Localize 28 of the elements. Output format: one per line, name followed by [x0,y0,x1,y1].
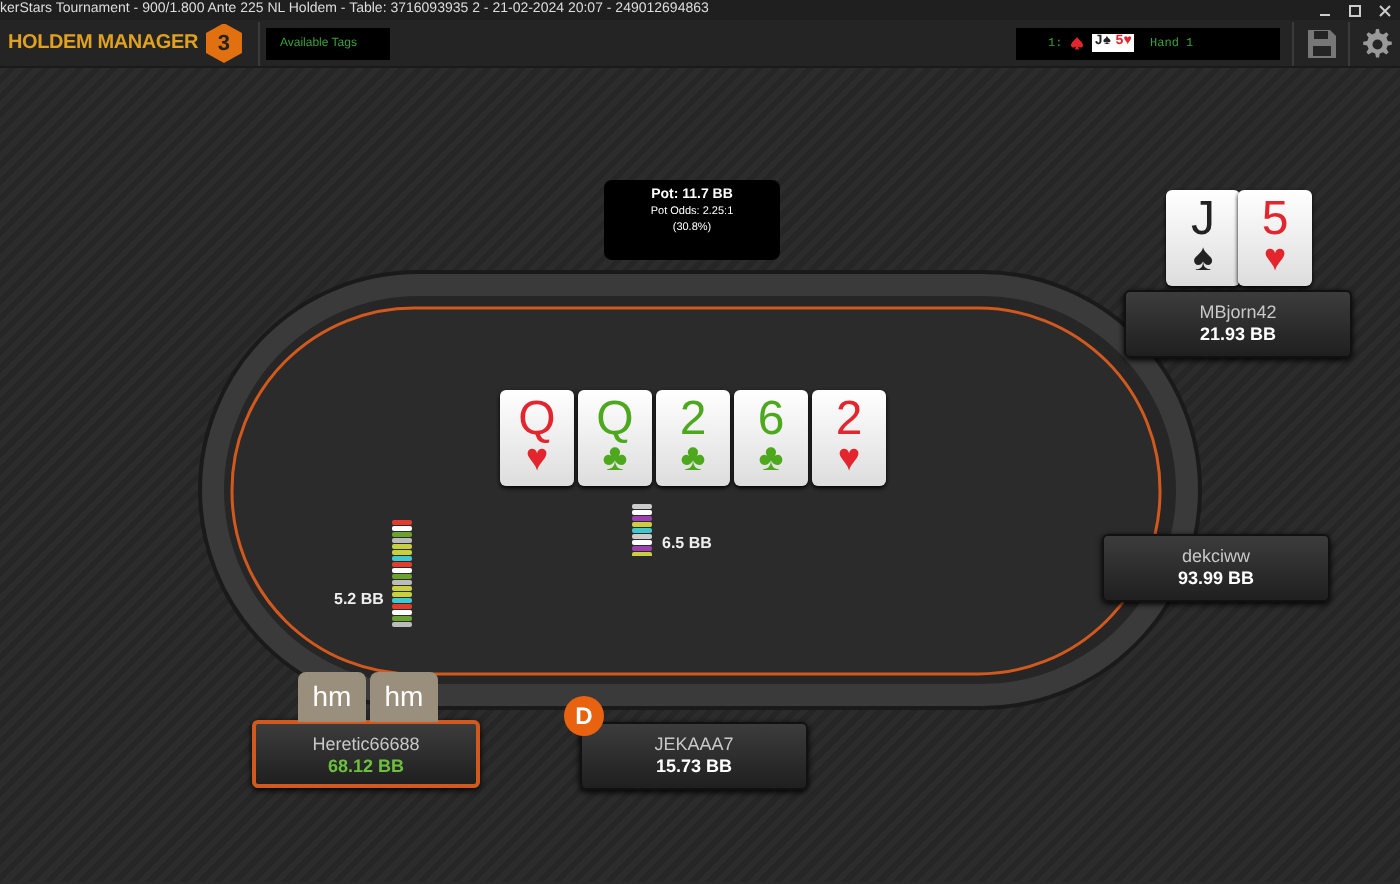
player-stack: 21.93 BB [1197,324,1279,346]
chip-stack-drawing [390,518,414,630]
chip-stack-drawing [630,502,654,556]
spade-icon [1070,36,1085,50]
bet-amount: 6.5 BB [662,532,712,556]
playing-card: 2 ♣ [656,390,730,486]
player-stack: 15.73 BB [653,756,735,778]
player-stack: 93.99 BB [1175,568,1257,590]
hud-tab[interactable]: hm [370,672,438,722]
logo-mark: 3 [205,23,242,63]
settings-icon[interactable] [1360,27,1392,59]
player-name: Heretic66688 [310,734,422,756]
hud-tab[interactable]: hm [298,672,366,722]
playing-card: 2 ♥ [812,390,886,486]
playing-card: J ♠ [1166,190,1240,286]
playing-card: 5 ♥ [1238,190,1312,286]
player-name: MBjorn42 [1197,302,1279,324]
close-icon[interactable] [1378,3,1392,17]
save-icon[interactable] [1306,27,1338,59]
playing-card: Q ♥ [500,390,574,486]
maximize-icon[interactable] [1348,3,1362,17]
player-name: dekciww [1179,546,1252,568]
logo-text: HOLDEM MANAGER [8,30,198,58]
bet-amount: 5.2 BB [334,588,384,612]
player-stack: 68.12 BB [325,756,407,778]
player-name: JEKAAA7 [652,734,736,756]
playing-card: Q ♣ [578,390,652,486]
playing-card: 6 ♣ [734,390,808,486]
